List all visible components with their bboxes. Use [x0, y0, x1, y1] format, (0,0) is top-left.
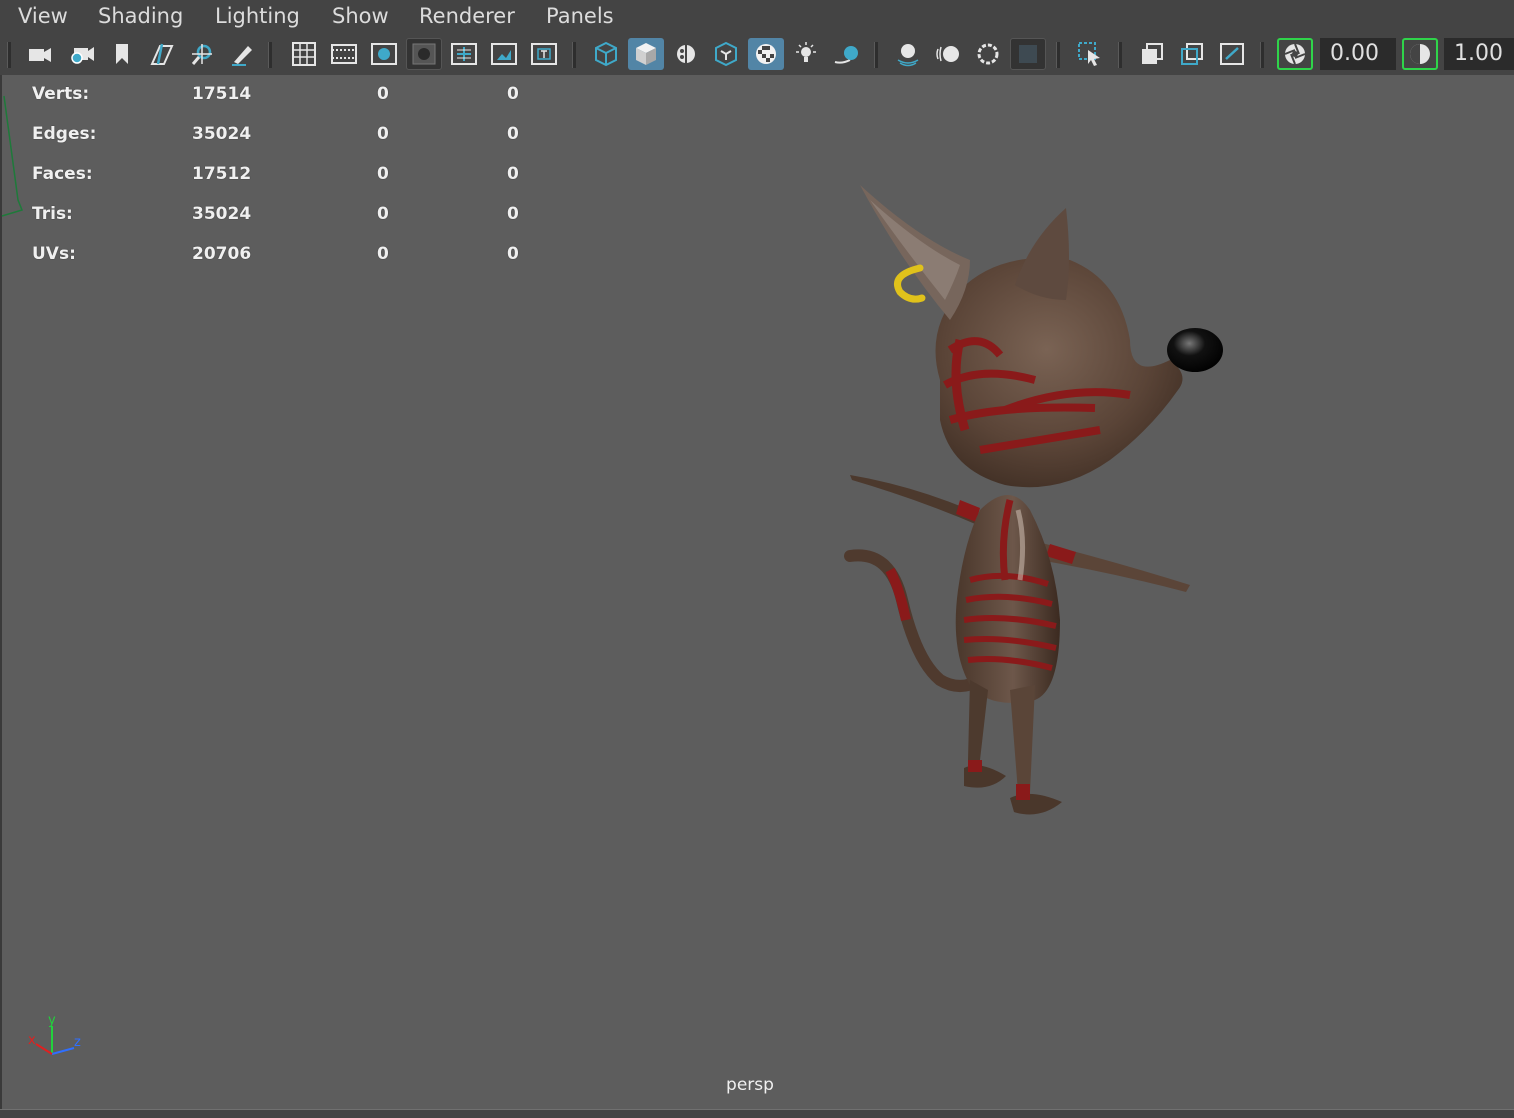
xray-joints-icon[interactable]: [1174, 38, 1210, 70]
hud-label-verts: Verts:: [32, 84, 90, 104]
exposure-icon[interactable]: [1277, 38, 1313, 70]
wireframe-icon[interactable]: [588, 38, 624, 70]
motion-blur-icon[interactable]: [930, 38, 966, 70]
grid-icon[interactable]: [286, 38, 322, 70]
toolbar-separator: [874, 42, 878, 68]
hud-value-verts-selected: 0: [377, 84, 389, 104]
toolbar-separator: [1260, 42, 1264, 68]
field-chart-icon[interactable]: [446, 38, 482, 70]
depth-of-field-icon[interactable]: [1010, 38, 1046, 70]
gate-mask-icon[interactable]: [406, 38, 442, 70]
select-camera-icon[interactable]: [22, 38, 58, 70]
xray-display-icon[interactable]: [1214, 38, 1250, 70]
screen-space-ao-icon[interactable]: [890, 38, 926, 70]
hud-value-faces-selected: 0: [377, 164, 389, 184]
xray-active-components-icon[interactable]: [1134, 38, 1170, 70]
hud-value-faces: 17512: [192, 164, 252, 184]
hud-value-edges-selected: 0: [377, 124, 389, 144]
hud-value-tris: 35024: [192, 204, 252, 224]
viewport-bottom-border: [0, 1109, 1514, 1118]
panel-menubar: View Shading Lighting Show Renderer Pane…: [0, 0, 1514, 33]
multisample-aa-icon[interactable]: [970, 38, 1006, 70]
hud-label-faces: Faces:: [32, 164, 93, 184]
exposure-field[interactable]: 0.00: [1320, 38, 1396, 70]
menu-view[interactable]: View: [18, 2, 68, 30]
hud-value-verts: 17514: [192, 84, 252, 104]
panel-toolbar: 0.00 1.00: [0, 33, 1514, 75]
use-all-lights-icon[interactable]: [788, 38, 824, 70]
resolution-gate-icon[interactable]: [366, 38, 402, 70]
3d-viewport[interactable]: [0, 75, 1514, 1109]
menu-panels[interactable]: Panels: [546, 2, 614, 30]
isolate-select-icon[interactable]: [1072, 38, 1108, 70]
smooth-shade-all-icon[interactable]: [628, 38, 664, 70]
hud-label-tris: Tris:: [32, 204, 73, 224]
textured-icon[interactable]: [748, 38, 784, 70]
toolbar-separator: [268, 42, 272, 68]
hud-value-uvs-selected: 0: [377, 244, 389, 264]
hud-value-edges: 35024: [192, 124, 252, 144]
hud-value-verts-components: 0: [507, 84, 519, 104]
toolbar-separator: [1056, 42, 1060, 68]
wireframe-on-shaded-icon[interactable]: [668, 38, 704, 70]
menu-show[interactable]: Show: [332, 2, 389, 30]
hud-label-uvs: UVs:: [32, 244, 76, 264]
menu-renderer[interactable]: Renderer: [419, 2, 515, 30]
bookmark-icon[interactable]: [104, 38, 140, 70]
film-gate-icon[interactable]: [326, 38, 362, 70]
menu-lighting[interactable]: Lighting: [215, 2, 300, 30]
shadows-icon[interactable]: [828, 38, 864, 70]
gamma-field[interactable]: 1.00: [1444, 38, 1514, 70]
safe-title-icon[interactable]: [526, 38, 562, 70]
2d-pan-zoom-icon[interactable]: [184, 38, 220, 70]
hud-value-edges-components: 0: [507, 124, 519, 144]
safe-action-icon[interactable]: [486, 38, 522, 70]
toolbar-separator: [7, 42, 11, 68]
hud-frame-line: [1, 95, 24, 217]
hud-value-tris-selected: 0: [377, 204, 389, 224]
hud-value-uvs: 20706: [192, 244, 252, 264]
hud-value-faces-components: 0: [507, 164, 519, 184]
axis-label-x: x: [28, 1033, 36, 1048]
xray-icon[interactable]: [708, 38, 744, 70]
grease-pencil-icon[interactable]: [224, 38, 260, 70]
menu-shading[interactable]: Shading: [98, 2, 183, 30]
camera-name-label: persp: [726, 1075, 774, 1095]
toolbar-separator: [572, 42, 576, 68]
axis-label-y: y: [48, 1013, 56, 1028]
cat-character-model[interactable]: [830, 180, 1250, 840]
hud-value-tris-components: 0: [507, 204, 519, 224]
hud-label-edges: Edges:: [32, 124, 97, 144]
gamma-icon[interactable]: [1402, 38, 1438, 70]
image-plane-icon[interactable]: [144, 38, 180, 70]
hud-value-uvs-components: 0: [507, 244, 519, 264]
view-axis-gizmo: y z x: [28, 1013, 81, 1055]
axis-label-z: z: [74, 1035, 81, 1050]
camera-attributes-icon[interactable]: [64, 38, 100, 70]
toolbar-separator: [1118, 42, 1122, 68]
